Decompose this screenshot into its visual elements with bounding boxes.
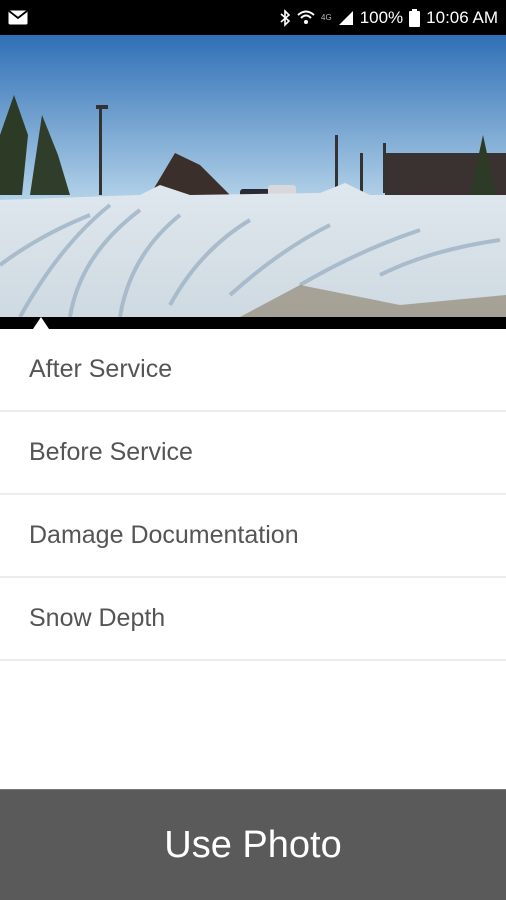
status-bar: 4G 100% 10:06 AM: [0, 0, 506, 35]
use-photo-label: Use Photo: [164, 823, 342, 866]
list-item-damage-documentation[interactable]: Damage Documentation: [0, 495, 506, 578]
use-photo-button[interactable]: Use Photo: [0, 789, 506, 900]
mail-icon: [8, 10, 28, 25]
list-item-before-service[interactable]: Before Service: [0, 412, 506, 495]
list-item-label: Damage Documentation: [29, 521, 299, 549]
bluetooth-icon: [279, 8, 291, 27]
list-item-after-service[interactable]: After Service: [0, 329, 506, 412]
list-item-snow-depth[interactable]: Snow Depth: [0, 578, 506, 661]
signal-icon: [338, 10, 354, 26]
clock: 10:06 AM: [426, 7, 498, 27]
photo-bottom-band: [0, 317, 506, 329]
list-item-label: Before Service: [29, 438, 193, 466]
snow-parking-lot-photo: [0, 35, 506, 317]
battery-icon: [409, 8, 421, 27]
wifi-icon: [297, 10, 315, 26]
list-item-label: Snow Depth: [29, 604, 166, 632]
photo-category-list: After Service Before Service Damage Docu…: [0, 329, 506, 789]
selection-pointer: [33, 317, 49, 329]
network-type-label: 4G: [321, 13, 332, 22]
battery-percent: 100%: [359, 7, 404, 27]
list-item-label: After Service: [29, 355, 173, 383]
